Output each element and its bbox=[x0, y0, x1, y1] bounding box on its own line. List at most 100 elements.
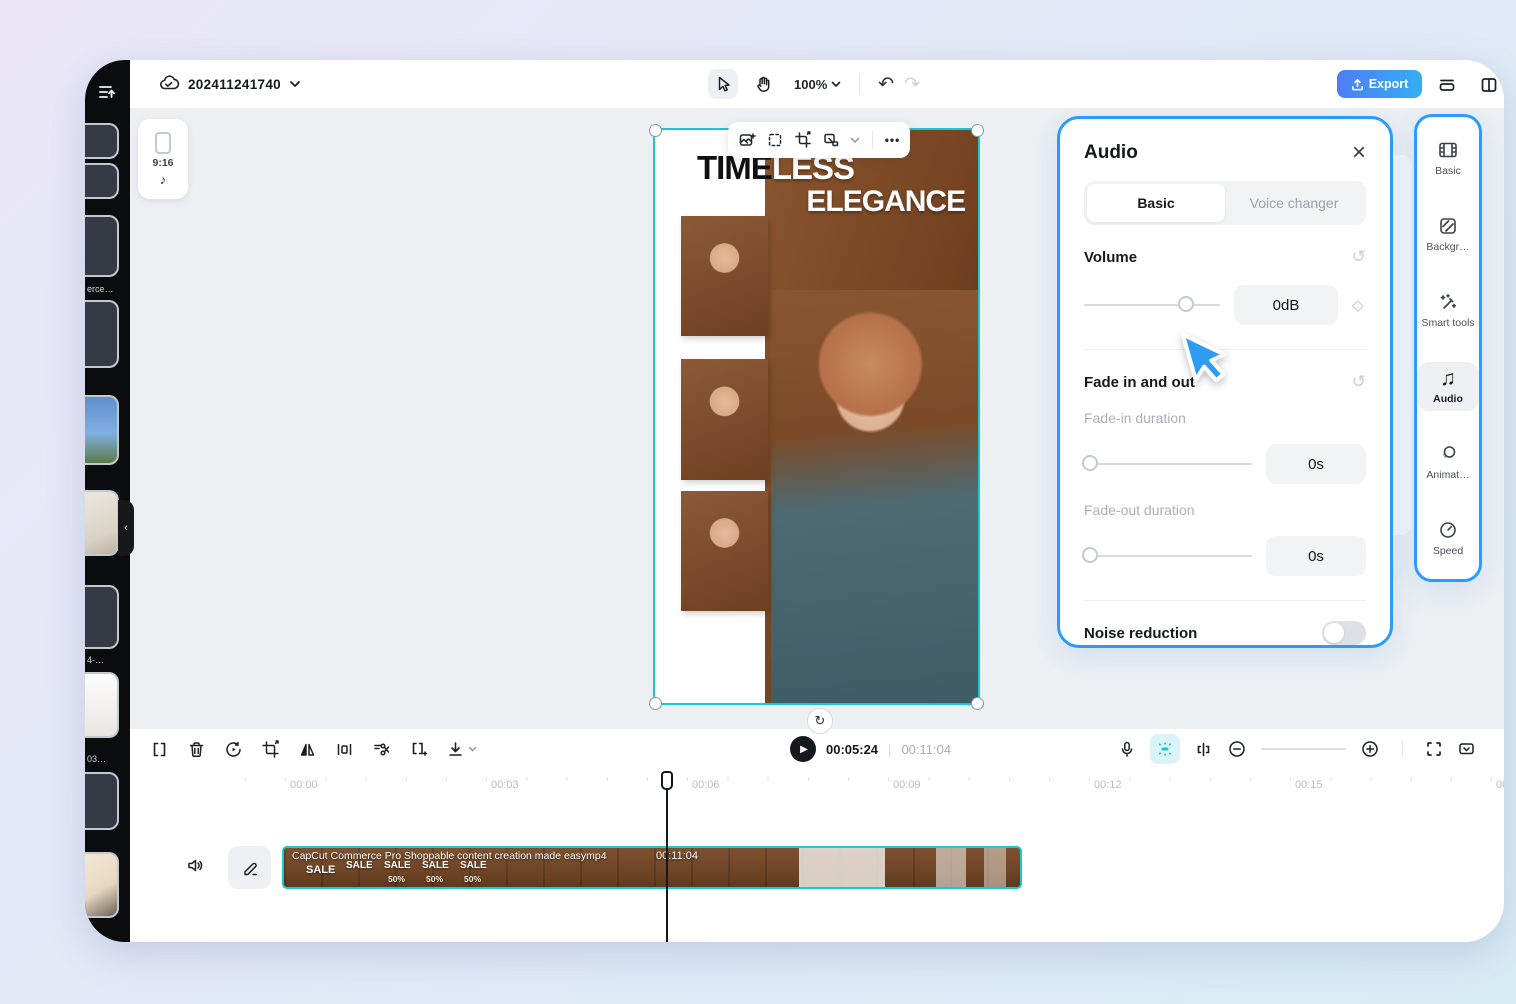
preview-display-icon[interactable] bbox=[1457, 740, 1476, 759]
audio-tabs: Basic Voice changer bbox=[1084, 181, 1366, 225]
media-thumbnail[interactable] bbox=[85, 672, 119, 738]
timeline-ruler[interactable]: 00:00 00:03 00:06 00:09 00:12 00:15 00:1… bbox=[130, 773, 1504, 799]
rail-item-animations[interactable]: Animat… bbox=[1417, 437, 1479, 487]
clip-split-preview-icon[interactable] bbox=[1194, 740, 1213, 759]
project-menu[interactable]: 202411241740 bbox=[158, 73, 301, 95]
more-options-button[interactable]: ••• bbox=[885, 133, 901, 147]
zoom-level-control[interactable]: 100% bbox=[794, 77, 841, 92]
redo-button[interactable]: ↷ bbox=[904, 75, 920, 94]
chevron-down-icon[interactable] bbox=[850, 137, 860, 144]
app-window: erce… 4-… 03… ‹ 2024112417 bbox=[85, 60, 1504, 942]
edit-track-button[interactable] bbox=[228, 846, 271, 889]
split-add-icon[interactable] bbox=[409, 740, 428, 759]
video-preview[interactable]: TIMELESS ELEGANCE bbox=[655, 130, 978, 703]
media-thumbnail-label: 03… bbox=[87, 754, 129, 764]
fade-in-value[interactable]: 0s bbox=[1266, 444, 1366, 484]
reset-icon[interactable]: ↺ bbox=[1352, 247, 1366, 267]
clip-discount-text: 50% bbox=[464, 874, 481, 884]
playhead-line[interactable] bbox=[666, 789, 668, 942]
rail-item-basic[interactable]: Basic bbox=[1417, 133, 1479, 183]
cover-stack-icon[interactable] bbox=[1435, 73, 1459, 97]
sidebar-collapse-handle[interactable]: ‹ bbox=[118, 500, 134, 556]
timeline-zoom-in-icon[interactable] bbox=[1360, 739, 1380, 759]
reverse-icon[interactable] bbox=[224, 740, 243, 759]
split-icon[interactable] bbox=[150, 740, 169, 759]
close-icon[interactable]: × bbox=[1352, 141, 1366, 165]
fade-in-slider[interactable] bbox=[1084, 463, 1252, 465]
media-thumbnail[interactable] bbox=[85, 490, 119, 556]
delete-icon[interactable] bbox=[187, 740, 206, 759]
volume-slider[interactable] bbox=[1084, 304, 1220, 306]
selection-handle-top-right[interactable] bbox=[971, 124, 984, 137]
download-menu-button[interactable] bbox=[446, 740, 477, 759]
ruler-label: 00:12 bbox=[1094, 779, 1122, 791]
clip-sale-text: SALE bbox=[422, 860, 449, 871]
rail-item-label: Smart tools bbox=[1421, 317, 1474, 329]
reset-icon[interactable]: ↺ bbox=[1352, 372, 1366, 392]
ai-assistant-button[interactable] bbox=[1150, 734, 1180, 764]
preview-title-text: TIMELESS ELEGANCE bbox=[655, 150, 978, 218]
timeline-zoom-slider[interactable] bbox=[1261, 748, 1346, 750]
volume-value[interactable]: 0dB bbox=[1234, 285, 1338, 325]
undo-button[interactable]: ↶ bbox=[878, 75, 894, 94]
mirror-icon[interactable] bbox=[335, 740, 354, 759]
clip-sale-text: SALE bbox=[460, 860, 487, 871]
select-tool-button[interactable] bbox=[708, 69, 738, 99]
media-thumbnail[interactable] bbox=[85, 772, 119, 830]
media-thumbnail[interactable] bbox=[85, 215, 119, 277]
frame-select-icon[interactable] bbox=[766, 131, 784, 149]
crop-icon[interactable] bbox=[794, 131, 812, 149]
fade-out-value[interactable]: 0s bbox=[1266, 536, 1366, 576]
fade-out-slider-thumb[interactable] bbox=[1082, 547, 1098, 563]
ruler-label: 00:00 bbox=[290, 779, 318, 791]
volume-slider-thumb[interactable] bbox=[1178, 296, 1194, 312]
replace-image-icon[interactable] bbox=[738, 131, 756, 149]
rail-item-label: Backgr… bbox=[1426, 241, 1469, 253]
timeline-track: CapCut Commerce Pro Shoppable content cr… bbox=[130, 846, 1504, 889]
rail-item-speed[interactable]: Speed bbox=[1417, 513, 1479, 563]
aspect-ratio-card[interactable]: 9:16 ♪ bbox=[138, 119, 188, 199]
selection-handle-bottom-right[interactable] bbox=[971, 697, 984, 710]
microphone-icon[interactable] bbox=[1118, 740, 1136, 758]
playhead-handle[interactable] bbox=[661, 771, 673, 790]
rail-item-background[interactable]: Backgr… bbox=[1417, 209, 1479, 259]
fade-out-slider[interactable] bbox=[1084, 555, 1252, 557]
keyframe-diamond-icon[interactable]: ◇ bbox=[1352, 296, 1364, 314]
topbar: 202411241740 100% bbox=[130, 60, 1504, 108]
media-thumbnail[interactable] bbox=[85, 395, 119, 465]
rail-item-smart-tools[interactable]: Smart tools bbox=[1417, 285, 1479, 335]
flip-horizontal-icon[interactable] bbox=[298, 740, 317, 759]
preview-photo-small bbox=[681, 491, 768, 611]
toggle-knob bbox=[1324, 623, 1344, 643]
rotate-icon: ↻ bbox=[815, 713, 826, 729]
divider bbox=[859, 75, 860, 93]
layout-split-icon[interactable] bbox=[1477, 73, 1501, 97]
chevron-down-icon bbox=[289, 80, 301, 88]
tab-basic[interactable]: Basic bbox=[1087, 184, 1225, 222]
transform-icon[interactable] bbox=[822, 131, 840, 149]
fit-timeline-icon[interactable] bbox=[1425, 740, 1443, 758]
media-thumbnail[interactable] bbox=[85, 123, 119, 159]
trim-icon[interactable] bbox=[372, 740, 391, 759]
timeline-zoom-out-icon[interactable] bbox=[1227, 739, 1247, 759]
video-clip[interactable]: CapCut Commerce Pro Shoppable content cr… bbox=[282, 846, 1022, 889]
track-audio-icon[interactable] bbox=[186, 856, 205, 875]
media-thumbnail[interactable] bbox=[85, 300, 119, 368]
selection-handle-top-left[interactable] bbox=[649, 124, 662, 137]
play-button[interactable]: ▶ bbox=[790, 736, 816, 762]
crop-icon[interactable] bbox=[261, 740, 280, 759]
noise-reduction-toggle[interactable] bbox=[1322, 621, 1366, 645]
tab-voice-changer[interactable]: Voice changer bbox=[1225, 184, 1363, 222]
selection-handle-bottom-left[interactable] bbox=[649, 697, 662, 710]
media-thumbnail[interactable] bbox=[85, 585, 119, 649]
ruler-label: 00:03 bbox=[491, 779, 519, 791]
media-thumbnail[interactable] bbox=[85, 163, 119, 199]
hand-tool-button[interactable] bbox=[748, 69, 778, 99]
rotate-handle[interactable]: ↻ bbox=[807, 708, 833, 734]
media-thumbnail[interactable] bbox=[85, 852, 119, 918]
export-button[interactable]: Export bbox=[1337, 70, 1422, 98]
media-list-icon[interactable] bbox=[97, 82, 117, 102]
fade-in-slider-thumb[interactable] bbox=[1082, 455, 1098, 471]
upload-icon bbox=[1351, 78, 1364, 91]
rail-item-audio[interactable]: ♫ Audio bbox=[1417, 362, 1479, 411]
